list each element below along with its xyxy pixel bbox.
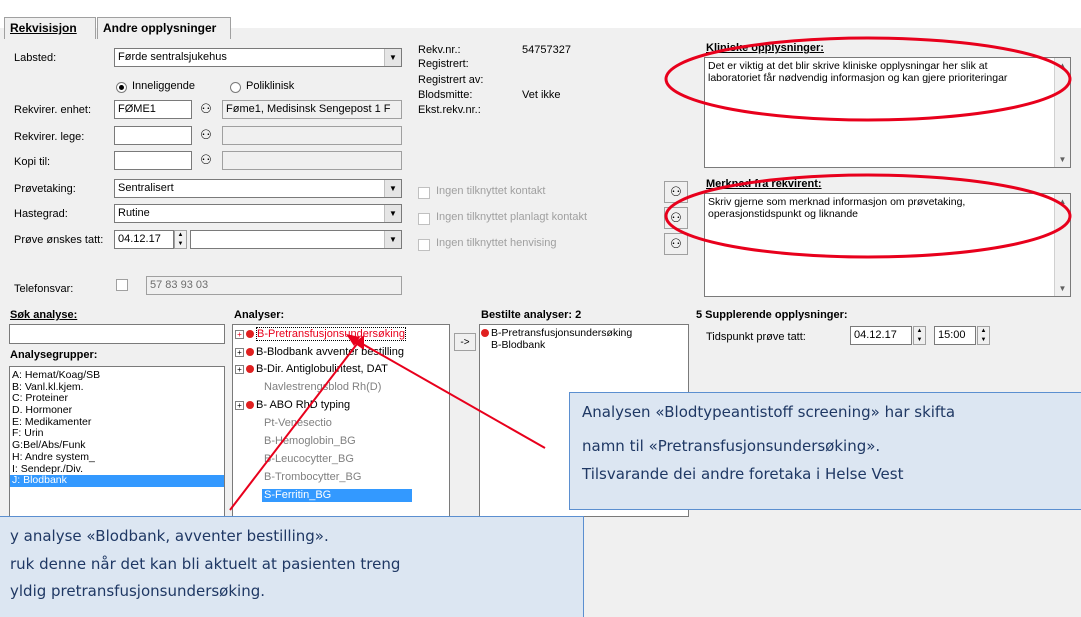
callout-renamed-analysis: Analysen «Blodtypeantistoff screening» h…: [569, 392, 1081, 510]
callout-right-line3: Tilsvarande dei andre foretaka i Helse V…: [582, 465, 904, 483]
callout-right-line2: namn til «Pretransfusjonsundersøking».: [582, 437, 881, 455]
callout-right-line1: Analysen «Blodtypeantistoff screening» h…: [582, 403, 956, 421]
callout-left-line2: ruk denne når det kan bli aktuelt at pas…: [10, 555, 401, 573]
tab-rekvisisjon[interactable]: Rekvisisjon: [4, 17, 96, 39]
highlight-ellipse-merknad: [664, 173, 1072, 259]
callout-left-line3: yldig pretransfusjonsundersøking.: [10, 582, 266, 600]
arrow-line-right: [351, 337, 546, 449]
arrow-line-left: [229, 339, 361, 511]
callout-left-line1: y analyse «Blodbank, avventer bestilling…: [10, 527, 329, 545]
tab-rekvisisjon-label: Rekvisisjon: [10, 21, 77, 35]
callout-new-analysis: y analyse «Blodbank, avventer bestilling…: [0, 516, 584, 617]
highlight-ellipse-kliniske: [664, 36, 1072, 122]
